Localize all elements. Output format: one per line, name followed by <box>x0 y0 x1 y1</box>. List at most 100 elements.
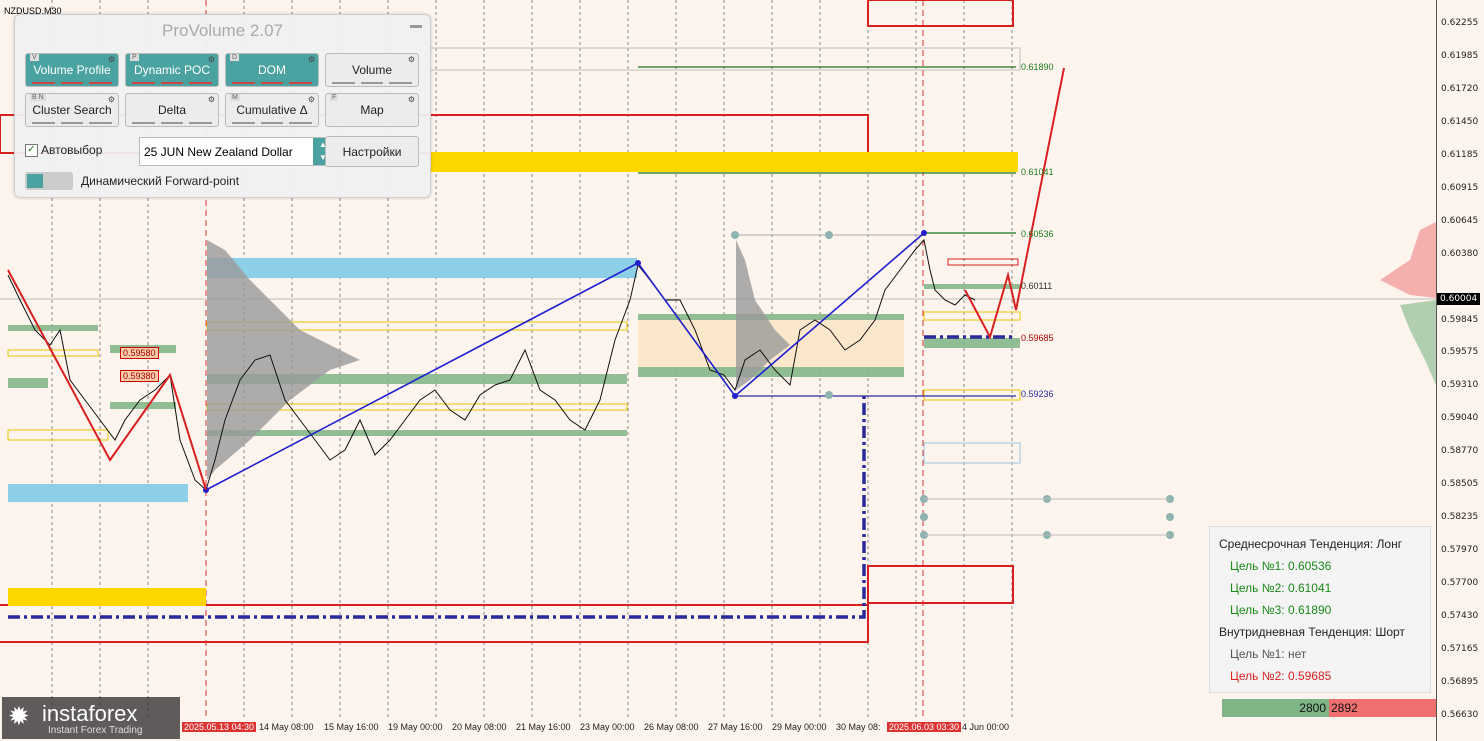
level-label-t1: 0.60536 <box>1021 229 1054 239</box>
intraday-target-1: Цель №1: нет <box>1230 647 1307 661</box>
price-tick: 0.60645 <box>1441 216 1479 226</box>
price-tick: 0.56895 <box>1441 677 1479 687</box>
check-icon: ✓ <box>25 144 38 158</box>
instaforex-logo: ✹ instaforex Instant Forex Trading <box>2 697 180 739</box>
mid-trend-label: Среднесрочная Тенденция: Лонг <box>1219 537 1403 551</box>
date-label: 29 May 00:00 <box>772 722 827 732</box>
hotkey-badge: D <box>230 54 240 61</box>
hotkey-badge: P <box>130 54 139 61</box>
level-label-t2: 0.61041 <box>1021 167 1054 177</box>
autoselect-checkbox[interactable]: ✓ Автовыбор <box>25 143 103 158</box>
button-label: Map <box>360 103 384 117</box>
date-highlight: 2025.05.13 04:30 <box>182 722 257 732</box>
volume-button[interactable]: ⚙ Volume <box>325 53 419 87</box>
button-label: Delta <box>157 103 186 117</box>
level-label-a: 0.60111 <box>1021 281 1053 291</box>
forward-point-label: Динамический Forward-point <box>81 174 240 188</box>
instrument-select[interactable]: 25 JUN New Zealand Dollar ▲ ▼ <box>139 137 334 166</box>
gear-icon[interactable]: ⚙ <box>108 95 115 104</box>
price-tick: 0.60380 <box>1441 249 1479 259</box>
provolume-panel[interactable]: ProVolume 2.07 V ⚙ Volume Profile P ⚙ Dynami… <box>14 14 431 198</box>
price-tick: 0.58235 <box>1441 512 1479 522</box>
date-label: 15 May 16:00 <box>324 722 379 732</box>
gear-icon[interactable]: ⚙ <box>308 55 315 64</box>
button-label: DOM <box>258 63 286 77</box>
level-label-t3: 0.61890 <box>1021 62 1054 72</box>
minimize-icon[interactable] <box>410 25 422 28</box>
chart-area[interactable]: NZDUSD,M30 0.61890 0.61041 0.60536 0.601… <box>0 0 1436 741</box>
dom-button[interactable]: D ⚙ DOM <box>225 53 319 87</box>
level-label-s2: 0.59236 <box>1021 389 1054 399</box>
price-tick: 0.61720 <box>1441 84 1479 94</box>
level-label-s1: 0.59685 <box>1021 333 1054 343</box>
price-tick: 0.58505 <box>1441 479 1479 489</box>
sell-volume: 2892 <box>1329 699 1436 717</box>
logo-brand: instaforex <box>42 701 138 726</box>
settings-button[interactable]: Настройки <box>325 136 419 167</box>
price-tick: 0.57970 <box>1441 545 1479 555</box>
button-label: Настройки <box>342 144 402 159</box>
date-label: 4 Jun 00:00 <box>962 722 1010 732</box>
price-tick: 0.61185 <box>1441 150 1479 160</box>
button-label: Volume <box>351 63 393 77</box>
hotkey-badge: F <box>330 94 339 101</box>
panel-title: ProVolume 2.07 <box>162 21 283 40</box>
current-price-tag: 0.60004 <box>1437 293 1481 305</box>
hotkey-badge: B N <box>30 94 46 101</box>
map-button[interactable]: F ⚙ Map <box>325 93 419 127</box>
button-label: Cumulative Δ <box>236 103 308 117</box>
price-tick: 0.61985 <box>1441 51 1479 61</box>
cluster-search-button[interactable]: B N ⚙ Cluster Search <box>25 93 119 127</box>
red-price-tag: 0.59380 <box>120 370 159 382</box>
trend-info-panel: Среднесрочная Тенденция: Лонг Цель №1: 0… <box>1209 526 1431 693</box>
date-label: 20 May 08:00 <box>452 722 507 732</box>
price-tick: 0.57700 <box>1441 578 1479 588</box>
price-tick: 0.61450 <box>1441 117 1479 127</box>
date-label: 19 May 00:00 <box>388 722 443 732</box>
gear-icon[interactable]: ⚙ <box>208 95 215 104</box>
price-tick: 0.59845 <box>1441 315 1479 325</box>
gear-icon[interactable]: ⚙ <box>408 95 415 104</box>
gear-icon[interactable]: ⚙ <box>408 55 415 64</box>
date-label: 23 May 00:00 <box>580 722 635 732</box>
hotkey-badge: M <box>230 94 240 101</box>
button-label: Dynamic POC <box>133 63 210 77</box>
gear-icon[interactable]: ⚙ <box>308 95 315 104</box>
price-tick: 0.58770 <box>1441 446 1479 456</box>
gear-icon[interactable]: ⚙ <box>108 55 115 64</box>
date-highlight: 2025.06.03 03:30 <box>887 722 962 732</box>
date-label: 27 May 16:00 <box>708 722 763 732</box>
mid-target-3: Цель №3: 0.61890 <box>1230 603 1332 617</box>
autoselect-label: Автовыбор <box>41 143 103 157</box>
red-price-tag: 0.59580 <box>120 347 159 359</box>
volume-profile-button[interactable]: V ⚙ Volume Profile <box>25 53 119 87</box>
price-tick: 0.59575 <box>1441 347 1479 357</box>
hotkey-badge: V <box>30 54 39 61</box>
price-tick: 0.59040 <box>1441 413 1479 423</box>
forward-point-toggle[interactable] <box>25 172 73 190</box>
price-tick: 0.57430 <box>1441 611 1479 621</box>
cumulative-delta-button[interactable]: M ⚙ Cumulative Δ <box>225 93 319 127</box>
gear-icon[interactable]: ⚙ <box>208 55 215 64</box>
date-label: 26 May 08:00 <box>644 722 699 732</box>
button-label: Volume Profile <box>33 63 111 77</box>
price-tick: 0.56630 <box>1441 710 1479 720</box>
intraday-trend-label: Внутридневная Тенденция: Шорт <box>1219 625 1405 639</box>
intraday-target-2: Цель №2: 0.59685 <box>1230 669 1332 683</box>
dynamic-poc-button[interactable]: P ⚙ Dynamic POC <box>125 53 219 87</box>
instrument-value: 25 JUN New Zealand Dollar <box>144 145 293 159</box>
mid-target-1: Цель №1: 0.60536 <box>1230 559 1332 573</box>
logo-tagline: Instant Forex Trading <box>48 725 143 736</box>
date-label: 30 May 08: <box>836 722 881 732</box>
price-tick: 0.62255 <box>1441 18 1479 28</box>
mid-target-2: Цель №2: 0.61041 <box>1230 581 1332 595</box>
gear-logo-icon: ✹ <box>8 701 30 731</box>
price-tick: 0.57165 <box>1441 644 1479 654</box>
price-tick: 0.59310 <box>1441 380 1479 390</box>
price-axis: 0.62255 0.61985 0.61720 0.61450 0.61185 … <box>1436 0 1484 741</box>
button-label: Cluster Search <box>32 103 112 117</box>
date-label: 21 May 16:00 <box>516 722 571 732</box>
date-label: 14 May 08:00 <box>259 722 314 732</box>
buy-volume: 2800 <box>1222 699 1329 717</box>
delta-button[interactable]: ⚙ Delta <box>125 93 219 127</box>
